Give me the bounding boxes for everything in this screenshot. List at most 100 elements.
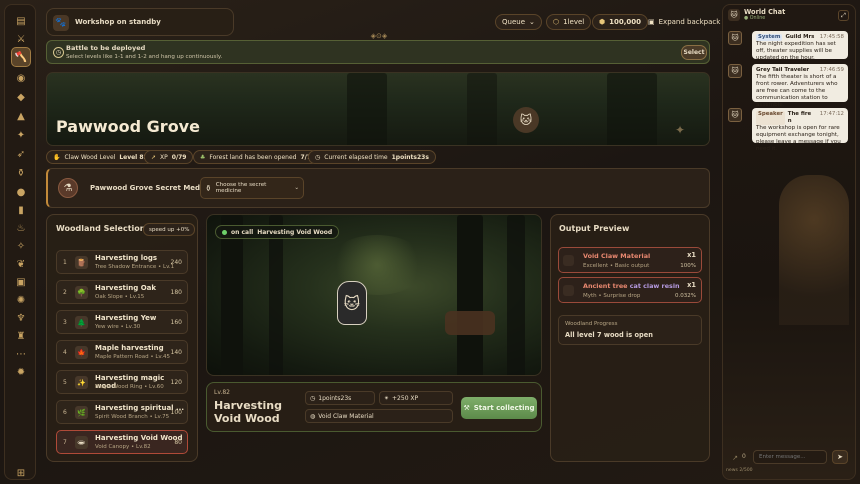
row-number: 4 (63, 349, 67, 356)
void-claw-qty: x1 (687, 251, 696, 259)
elapsed-value: 1points23s (391, 153, 429, 161)
medicine-dropdown[interactable]: ⚱ Choose the secret medicine ⌄ (200, 177, 304, 199)
elapsed-time-chip: ◷ Current elapsed time 1points23s (308, 150, 436, 164)
xp-reward-value: +250 XP (392, 394, 419, 402)
select-button[interactable]: Select (681, 45, 707, 60)
chat-avatar-3: 🐱 (728, 108, 742, 122)
action-level: Lv.82 (214, 389, 230, 396)
coin-icon[interactable]: ● (11, 182, 31, 202)
message-1-text: The night expedition has set off, theate… (756, 41, 836, 61)
expand-backpack-button[interactable]: ▣ Expand backpack (642, 14, 726, 30)
sidebar: ▤ ⚔ 🪓 ◉ ◆ ▲ ✦ ➶ ⚱ ● ▮ ♨ ✧ ❦ ▣ ✺ ♆ ♜ ⋯ ✹ … (4, 4, 36, 480)
row-subtitle: Maple Pattern Road • Lv.45 (95, 354, 170, 360)
drop-icon[interactable]: ◆ (11, 87, 31, 107)
cat-figure-icon: 🐱 (513, 107, 539, 133)
start-collecting-button[interactable]: ⚒ Start collecting (461, 397, 537, 419)
queue-button[interactable]: Queue ⌄ (495, 14, 542, 30)
book-icon[interactable]: ▣ (11, 272, 31, 292)
message-3-time: 17:47:12 (819, 111, 844, 117)
row-title: Harvesting Oak (95, 284, 157, 292)
woodland-progress-box: Woodland Progress All level 7 wood is op… (558, 315, 702, 345)
cat-lumberjack-icon: 🐱 (337, 281, 367, 325)
flame-icon[interactable]: ♨ (11, 218, 31, 238)
anvil-icon[interactable]: ▲ (11, 106, 31, 126)
resin-pct: 0.032% (675, 293, 696, 299)
progress-value: All level 7 wood is open (565, 331, 653, 339)
row-value: 100 (170, 409, 182, 416)
timer-icon: ◷ (315, 153, 321, 161)
wheel-icon[interactable]: ✹ (11, 362, 31, 382)
wood-icon: ✨ (75, 376, 88, 389)
axe-icon[interactable]: 🪓 (11, 47, 31, 67)
chat-input[interactable] (753, 450, 827, 464)
gem-icon[interactable]: ✦ (11, 125, 31, 145)
pot-icon[interactable]: ⚱ (11, 163, 31, 183)
woodland-row[interactable]: 3 🌲 Harvesting Yew Yew wire • Lv.30 160 (56, 310, 188, 334)
output-title: Output Preview (559, 224, 630, 233)
torch-icon[interactable]: ♆ (11, 308, 31, 328)
chat-status: ● Online (744, 16, 766, 21)
row-subtitle: Spirit Wood Branch • Lv.75 (95, 414, 170, 420)
sword-icon[interactable]: ⚔ (11, 29, 31, 49)
progress-label: Woodland Progress (565, 321, 618, 327)
menu-icon[interactable]: ▤ (11, 11, 31, 31)
chat-status-label: Online (749, 16, 766, 21)
medicine-icon: ⚗ (58, 178, 78, 198)
bottle-icon: ⚱ (205, 183, 212, 193)
send-icon[interactable]: ➤ (832, 450, 848, 464)
chat-message-1: System Guild Mrs 17:45:58 The night expe… (752, 31, 848, 61)
orb-icon[interactable]: ◉ (11, 68, 31, 88)
more-icon[interactable]: ⋯ (11, 344, 31, 364)
level-value: 1level (563, 18, 585, 26)
on-call-status: on call Harvesting Void Wood (215, 225, 340, 239)
output-preview-panel: Output Preview Void Claw Material Excell… (550, 214, 710, 462)
start-collecting-label: Start collecting (473, 404, 535, 412)
emoji-icon[interactable]: ↗ (730, 453, 740, 463)
feather-icon[interactable]: ➶ (11, 144, 31, 164)
woodland-row[interactable]: 7 🕳 Harvesting Void Wood Void Canopy • Lv.8… (56, 430, 188, 454)
woodland-row[interactable]: 4 🍁 Maple harvesting Maple Pattern Road • L… (56, 340, 188, 364)
leaf-icon[interactable]: ❦ (11, 254, 31, 274)
chat-avatar-2: 🐱 (728, 64, 742, 78)
resin-name-part-a: Ancient tree (583, 282, 628, 290)
paw-icon: ✋ (53, 153, 61, 161)
chat-title: World Chat (744, 8, 786, 16)
workshop-title: Workshop on standby (75, 18, 161, 26)
coin-icon: ⬢ (599, 18, 606, 26)
row-subtitle: Tree Shadow Entrance • Lv.1 (95, 264, 175, 270)
woodland-row[interactable]: 6 🌿 Harvesting spiritual ... Spirit Wood Br… (56, 400, 188, 424)
clock-icon: ◷ (53, 47, 64, 58)
backpack-label: Expand backpack (658, 18, 721, 26)
medicine-dropdown-label: Choose the secret medicine (215, 182, 267, 194)
resin-name-part-b: cat claw resin (629, 282, 680, 290)
banner-subtitle: Select levels like 1-1 and 1-2 and hang … (66, 54, 223, 60)
castle-icon[interactable]: ♜ (11, 326, 31, 346)
time-value: 1points23s (318, 394, 352, 402)
scroll-icon[interactable]: ▮ (11, 200, 31, 220)
woodland-row[interactable]: 1 🪵 Harvesting logs Tree Shadow Entrance • … (56, 250, 188, 274)
forest-opened-label: Forest land has been opened (209, 153, 297, 161)
wood-icon: 🍁 (75, 346, 88, 359)
beast-icon[interactable]: ✺ (11, 290, 31, 310)
settings-icon[interactable]: ⊞ (11, 463, 31, 483)
backpack-icon: ▣ (648, 18, 655, 26)
compass-icon[interactable]: ✧ (11, 236, 31, 256)
row-value: 80 (174, 439, 182, 446)
wood-icon: 🌿 (75, 406, 88, 419)
axe-icon: ⚒ (463, 404, 470, 412)
message-2-text: The fifth theater is short of a front ro… (756, 74, 838, 108)
cat-avatar-icon: 🐾 (53, 15, 69, 31)
status-dot-icon (222, 229, 227, 235)
forest-scene: 🐱 on call Harvesting Void Wood (206, 214, 542, 376)
woodland-row[interactable]: 5 ✨ Harvesting magic wood Magic Wood Ring •… (56, 370, 188, 394)
chat-news: news 2/500 (726, 468, 753, 473)
row-value: 140 (170, 349, 182, 356)
woodland-row[interactable]: 2 🌳 Harvesting Oak Oak Slope • Lv.15 180 (56, 280, 188, 304)
speed-up-badge: speed up +0% (143, 223, 196, 236)
row-number: 1 (63, 259, 67, 266)
expand-icon[interactable]: ⤢ (838, 10, 849, 21)
void-claw-desc: Excellent • Basic output (583, 263, 650, 269)
level-badge: ⬡ 1level (546, 14, 592, 30)
message-3-author: The fire n (787, 111, 812, 124)
message-1-time: 17:45:58 (819, 34, 844, 40)
